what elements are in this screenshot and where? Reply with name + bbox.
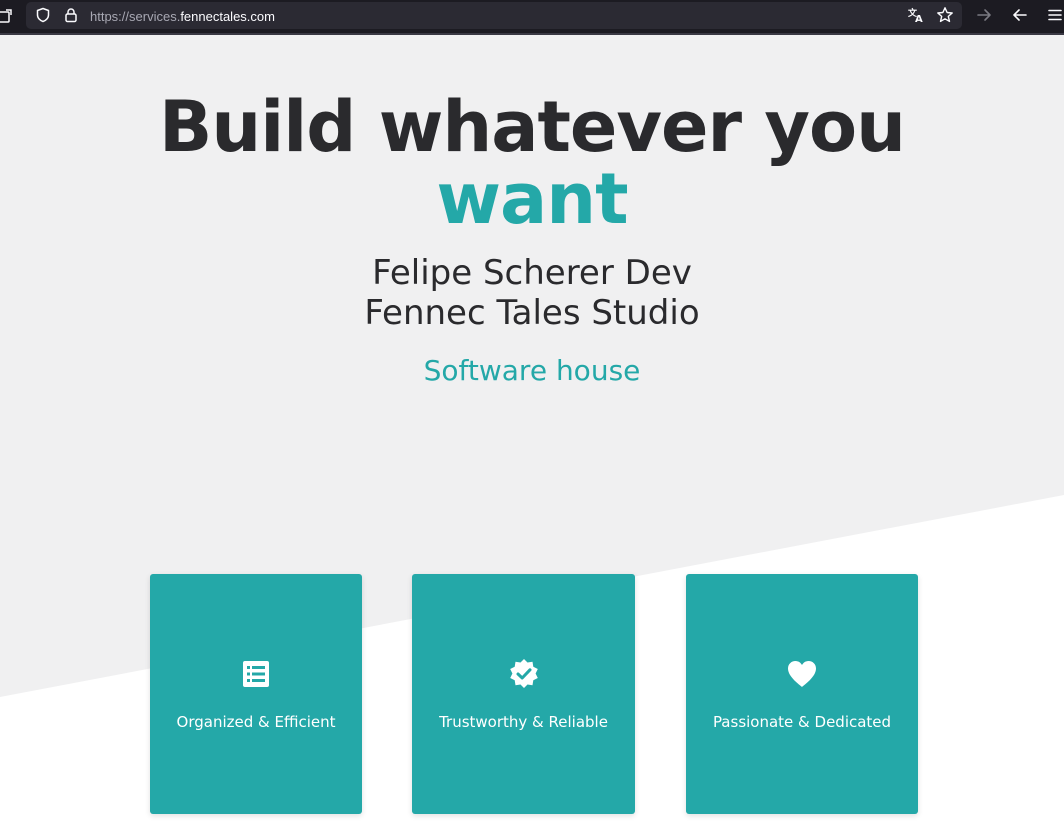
feature-label: Organized & Efficient [176, 713, 336, 731]
heart-icon [786, 658, 818, 690]
list-icon [240, 658, 272, 690]
arrow-right-icon[interactable] [973, 4, 995, 26]
url-domain: fennectales.com [180, 9, 275, 24]
svg-text:A: A [915, 14, 923, 24]
hero-subtitle-name: Felipe Scherer Dev [372, 253, 692, 293]
translate-icon[interactable]: 文 A [905, 4, 927, 26]
url-prefix: https://services. [90, 9, 181, 24]
feature-label: Trustworthy & Reliable [439, 713, 608, 731]
shield-icon[interactable] [32, 4, 54, 26]
url-text[interactable]: https://services.fennectales.com [90, 9, 275, 24]
arrow-left-icon[interactable] [1009, 4, 1031, 26]
browser-toolbar: https://services.fennectales.com 文 A [0, 0, 1064, 35]
feature-card-organized[interactable]: Organized & Efficient [150, 574, 362, 814]
lock-icon[interactable] [60, 4, 82, 26]
hero-headline: Build whatever you [159, 86, 906, 168]
hero-tagline: Software house [423, 354, 641, 387]
verified-badge-icon [508, 658, 540, 690]
hero-subtitle-studio: Fennec Tales Studio [364, 293, 700, 333]
extension-icon[interactable] [0, 5, 16, 27]
address-bar[interactable]: https://services.fennectales.com 文 A [26, 2, 962, 29]
star-icon[interactable] [934, 4, 956, 26]
hamburger-menu-icon[interactable] [1044, 4, 1064, 26]
feature-card-passionate[interactable]: Passionate & Dedicated [686, 574, 918, 814]
hero-headline-accent: want [436, 158, 628, 240]
feature-card-trustworthy[interactable]: Trustworthy & Reliable [412, 574, 635, 814]
feature-label: Passionate & Dedicated [712, 713, 892, 731]
page-viewport: Build whatever you want Felipe Scherer D… [0, 35, 1064, 828]
